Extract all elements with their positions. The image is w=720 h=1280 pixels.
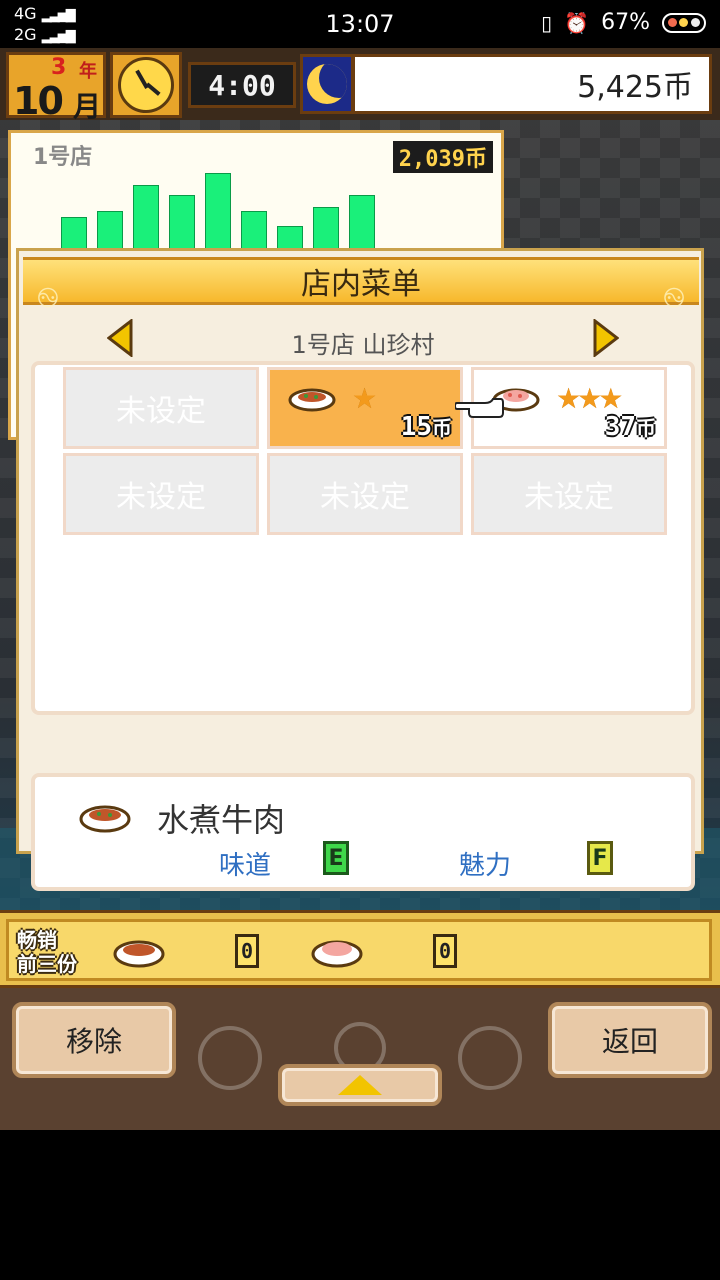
slot-label: 未设定 [116, 394, 206, 429]
moon-icon [300, 54, 354, 114]
shop-selector: 1号店 山珍村 [19, 315, 707, 363]
best-sellers-label: 畅销 前三份 [17, 928, 87, 976]
best-seller-count: 0 [235, 934, 259, 968]
slot-label: 未设定 [524, 480, 614, 515]
money-display: 5,425币 [352, 54, 712, 114]
menu-slot-empty[interactable]: 未设定 [267, 453, 463, 535]
battery-icon [662, 12, 706, 33]
best-sellers-label-line2: 前三份 [17, 952, 77, 976]
status-bar: 4G ▂▃▅▇ 2G ▂▃▅▇ 13:07 ▯ ⏰ 67% [0, 0, 720, 48]
dish-name: 水煮牛肉 [157, 801, 286, 839]
vibrate-icon: ▯ [541, 10, 553, 35]
next-shop-arrow-icon[interactable] [593, 317, 620, 359]
best-sellers-label-line1: 畅销 [17, 928, 57, 952]
price-unit: 币 [636, 416, 656, 440]
taste-label: 味道 [219, 851, 272, 881]
price-value: 37 [604, 412, 636, 442]
menu-slot-empty[interactable]: 未设定 [471, 453, 667, 535]
best-seller-count: 0 [433, 934, 457, 968]
year-value: 3 [51, 55, 67, 80]
price-value: 15 [400, 412, 432, 442]
star-rating: ★★★ [556, 382, 623, 415]
popup-title: 店内菜单 [301, 267, 421, 302]
menu-popup: ࿊ 店内菜单 ࿊ 1号店 山珍村 未设定 ★ 15币 ★★★ 37币 未设定 未… [16, 248, 707, 891]
sales-bar [133, 185, 159, 253]
menu-slot-empty[interactable]: 未设定 [63, 367, 259, 449]
sales-bar [97, 211, 123, 253]
menu-slot-grid: 未设定 ★ 15币 ★★★ 37币 未设定 未设定 未设定 [31, 361, 695, 715]
game-time: 4:00 [188, 62, 296, 108]
sales-bar [205, 173, 231, 253]
menu-slot-selected[interactable]: ★ 15币 [267, 367, 463, 449]
best-sellers-bar: 畅销 前三份 0 0 [0, 910, 720, 988]
arrow-up-icon [338, 1075, 382, 1095]
sales-bar [313, 207, 339, 253]
bowl-dish-icon [79, 805, 131, 833]
charm-label: 魅力 [459, 851, 512, 881]
sales-bar-chart [61, 173, 391, 253]
sales-bar [169, 195, 195, 253]
game-scene: 3 年 10 月 4:00 5,425币 1号店 2,039币 ࿊ 店内菜单 ࿊… [0, 48, 720, 1130]
dish-detail-panel: 水煮牛肉 味道 E 魅力 F [31, 773, 695, 891]
month-unit: 月 [73, 90, 102, 123]
bottom-panel: 移除 返回 [0, 988, 720, 1130]
battery-percent: 67% [601, 10, 650, 35]
sales-shop-name: 1号店 [33, 145, 93, 170]
bowl-dish-icon [288, 388, 336, 412]
remove-button[interactable]: 移除 [12, 1002, 176, 1078]
taste-grade: E [323, 841, 349, 875]
charm-grade: F [587, 841, 613, 875]
year-unit: 年 [79, 61, 97, 82]
date-display[interactable]: 3 年 10 月 [6, 52, 106, 123]
slot-label: 未设定 [116, 480, 206, 515]
clock-icon[interactable] [110, 52, 182, 118]
pointing-hand-icon [455, 398, 504, 418]
slot-label: 未设定 [320, 480, 410, 515]
popup-header: ࿊ 店内菜单 ࿊ [23, 257, 699, 314]
star-rating: ★ [352, 382, 377, 415]
expand-up-button[interactable] [278, 1064, 442, 1106]
sales-bar [241, 211, 267, 253]
price-unit: 币 [432, 416, 452, 440]
back-button[interactable]: 返回 [548, 1002, 712, 1078]
sales-bar [349, 195, 375, 253]
alarm-icon: ⏰ [564, 10, 590, 35]
menu-slot-empty[interactable]: 未设定 [63, 453, 259, 535]
sales-revenue: 2,039币 [392, 141, 493, 173]
bowl-dish-icon [113, 940, 165, 968]
top-hud: 3 年 10 月 4:00 5,425币 [0, 48, 720, 123]
month-value: 10 [13, 79, 64, 123]
dish-price: 37币 [605, 412, 656, 442]
bottom-blank-area [0, 1130, 720, 1280]
shrimp-dish-icon [311, 940, 363, 968]
dish-price: 15币 [401, 412, 452, 442]
